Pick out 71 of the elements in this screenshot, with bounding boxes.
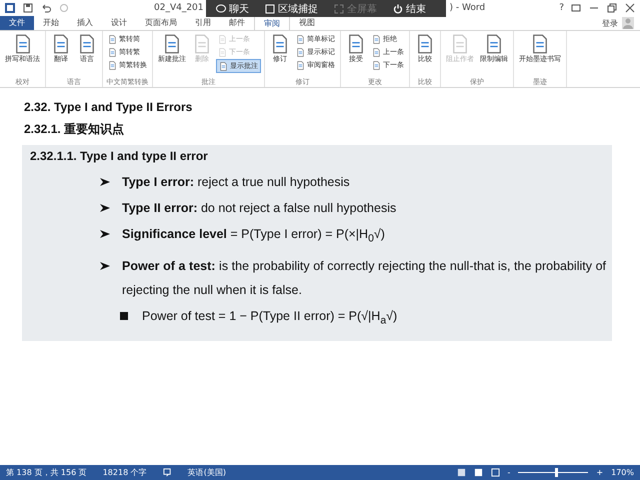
page-icon	[296, 60, 305, 70]
undo-icon[interactable]	[40, 2, 52, 14]
bullet-text: Type I error: reject a true null hypothesis	[122, 174, 351, 191]
zoom-out-button[interactable]: -	[508, 468, 510, 477]
page-icon	[162, 34, 182, 54]
ribbon-tab[interactable]: 邮件	[220, 16, 254, 30]
ribbon-tab[interactable]: 设计	[102, 16, 136, 30]
help-button[interactable]: ?	[559, 3, 564, 13]
page-icon	[218, 48, 227, 56]
restore-icon[interactable]	[606, 2, 618, 14]
arrow-bullet-icon	[100, 204, 110, 212]
recorder-button[interactable]: 结束	[387, 2, 432, 16]
print-layout-icon[interactable]	[474, 468, 483, 477]
heading: 2.32. Type I and Type II Errors	[24, 100, 194, 114]
page-icon	[219, 62, 228, 70]
page-icon	[270, 34, 290, 54]
page-icon	[346, 34, 366, 54]
page-icon	[296, 34, 305, 44]
ribbon-tab[interactable]: 审阅	[254, 16, 290, 30]
save-icon[interactable]	[22, 2, 34, 14]
heading: 2.32.1.1. Type I and type II error	[30, 149, 209, 163]
zoom-level[interactable]: 170%	[611, 468, 634, 477]
page-icon	[415, 34, 435, 54]
word-app-icon[interactable]	[4, 2, 16, 14]
ribbon-tab[interactable]: 引用	[186, 16, 220, 30]
bullet-text: Power of test = 1 − P(Type II error) = P(√|H$_{a}$√)	[142, 308, 398, 328]
proofing-icon[interactable]	[162, 468, 172, 477]
arrow-bullet-icon	[100, 262, 110, 270]
square-bullet-icon	[120, 312, 128, 320]
sign-in-link[interactable]: 登录	[602, 18, 618, 28]
window-title: 02_V4_201	[154, 3, 204, 13]
page-icon	[192, 34, 212, 54]
heading: 2.32.1. 重要知识点	[24, 121, 126, 138]
word-count[interactable]: 18218 个字	[102, 467, 147, 478]
read-mode-icon[interactable]	[456, 468, 466, 477]
page-icon	[372, 48, 381, 56]
page-icon	[51, 34, 71, 54]
page-icon	[372, 60, 381, 70]
page-icon	[372, 34, 381, 44]
ribbon-tab[interactable]: 插入	[68, 16, 102, 30]
close-icon[interactable]	[624, 2, 636, 14]
window-title: ) - Word	[450, 3, 486, 13]
ribbon-tab[interactable]: 页面布局	[136, 16, 186, 30]
page-icon	[450, 34, 470, 54]
zoom-in-button[interactable]: +	[596, 468, 604, 477]
ribbon-tab[interactable]: 视图	[290, 16, 324, 30]
page-count[interactable]: 第 138 页，共 156 页	[6, 467, 87, 478]
bullet-text: Significance level = P(Type I error) = P(×|H$_{0}$√)	[122, 226, 386, 246]
arrow-bullet-icon	[100, 178, 110, 186]
web-layout-icon[interactable]	[490, 468, 500, 477]
bullet-text: Power of a test: is the probability of correctly rejecting the null-that is, the probability of rejecting the null when it is false.	[122, 258, 606, 299]
expand-icon	[334, 4, 344, 14]
speech-bubble-icon	[216, 4, 226, 14]
bullet-text: Type II error: do not reject a false null hypothesis	[122, 200, 398, 217]
recorder-button[interactable]: 区域捕捉	[259, 2, 324, 16]
power-icon	[393, 4, 403, 14]
ribbon-tab[interactable]: 文件	[0, 16, 34, 30]
ribbon-tab[interactable]: 开始	[34, 16, 68, 30]
page-icon	[484, 34, 504, 54]
ribbon-options-icon[interactable]	[570, 2, 582, 14]
page-icon	[77, 34, 97, 54]
page-icon	[108, 34, 117, 44]
recorder-button[interactable]: 聊天	[210, 2, 255, 16]
frame-icon	[265, 4, 275, 14]
page-icon	[530, 34, 550, 54]
page-icon	[108, 48, 117, 56]
language-indicator[interactable]: 英语(美国)	[188, 467, 226, 478]
page-icon	[218, 34, 227, 44]
page-icon	[108, 60, 117, 70]
page-icon	[296, 48, 305, 56]
arrow-bullet-icon	[100, 230, 110, 238]
